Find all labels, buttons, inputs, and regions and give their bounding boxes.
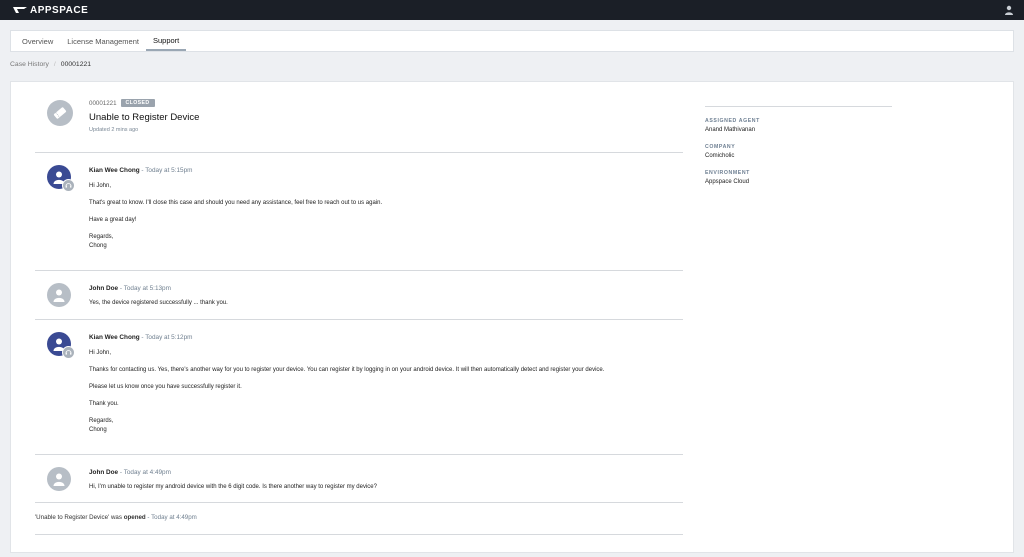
message-line: Regards, [89,234,114,240]
message-body: Yes, the device registered successfully … [89,299,683,308]
ticket-icon [47,100,73,126]
app-logo[interactable]: APPSPACE [13,5,88,16]
author-name: Kian Wee Chong [89,334,140,341]
message-item: Kian Wee Chong - Today at 5:15pm Hi John… [35,153,683,271]
case-header: 00001221 CLOSED Unable to Register Devic… [35,82,683,153]
message-time: - Today at 5:15pm [139,167,193,174]
case-details: ASSIGNED AGENT Anand Mathivanan COMPANY … [705,106,892,196]
message-item: John Doe - Today at 4:49pm Hi, I'm unabl… [35,455,683,503]
company-value: Comicholic [705,153,735,159]
status-badge: CLOSED [120,99,155,107]
message-line: Hi John, [89,350,112,356]
message-line: Hi John, [89,183,112,189]
appspace-logo-icon [13,7,27,13]
message-time: - Today at 4:49pm [118,469,171,476]
top-bar: APPSPACE [0,0,1024,20]
user-avatar [47,283,71,307]
assigned-agent-value: Anand Mathivanan [705,127,756,133]
message-time: - Today at 5:12pm [139,334,193,341]
nav-tabs: Overview License Management Support [10,30,1014,52]
message-time: - Today at 5:13pm [118,285,171,292]
message-header: John Doe - Today at 5:13pm [89,285,683,292]
breadcrumb-case-history[interactable]: Case History [10,61,49,68]
message-item: Kian Wee Chong - Today at 5:12pm Hi John… [35,320,683,455]
message-line: Have a great day! [89,217,137,223]
user-account-icon[interactable] [1004,5,1014,15]
message-line: Hi, I'm unable to register my android de… [89,484,377,490]
environment-label: ENVIRONMENT [705,170,750,176]
author-name: John Doe [89,285,119,292]
tab-license-management[interactable]: License Management [60,31,146,51]
logo-text: APPSPACE [30,4,89,16]
author-name: Kian Wee Chong [89,167,140,174]
tab-support[interactable]: Support [145,31,187,51]
message-header: Kian Wee Chong - Today at 5:15pm [89,167,683,174]
person-icon [53,289,65,302]
environment-value: Appspace Cloud [705,179,750,185]
case-id: 00001221 [89,99,117,107]
agent-avatar [47,165,75,192]
message-line: Thank you. [89,401,119,407]
message-header: John Doe - Today at 4:49pm [89,469,683,476]
headset-icon [62,346,75,359]
system-event: 'Unable to Register Device' was opened -… [35,503,683,535]
company-label: COMPANY [705,144,736,150]
event-action: opened [123,514,146,521]
person-icon [53,473,65,486]
message-body: Hi John, Thanks for contacting us. Yes, … [89,349,683,435]
agent-avatar [47,332,75,359]
message-line: Please let us know once you have success… [89,384,242,390]
tab-overview[interactable]: Overview [15,31,60,51]
headset-icon [62,179,75,192]
breadcrumb: Case History / 00001221 [10,61,91,68]
case-meta: 00001221 CLOSED Unable to Register Devic… [89,99,199,133]
event-time: - Today at 4:49pm [145,514,197,521]
message-line: Chong [89,427,107,433]
breadcrumb-separator: / [53,61,56,68]
message-line: Chong [89,243,107,249]
assigned-agent-label: ASSIGNED AGENT [705,118,760,124]
message-body: Hi, I'm unable to register my android de… [89,483,683,492]
event-text: 'Unable to Register Device' was [35,514,124,521]
author-name: John Doe [89,469,119,476]
case-main: 00001221 CLOSED Unable to Register Devic… [35,82,683,535]
case-title: Unable to Register Device [89,112,200,123]
user-avatar [47,467,71,491]
breadcrumb-current: 00001221 [60,61,92,68]
case-panel: 00001221 CLOSED Unable to Register Devic… [10,81,1014,553]
case-updated: Updated 2 mins ago [89,127,139,133]
message-header: Kian Wee Chong - Today at 5:12pm [89,334,683,341]
message-line: That's great to know. I'll close this ca… [89,200,383,206]
message-line: Yes, the device registered successfully … [89,300,228,306]
message-line: Thanks for contacting us. Yes, there's a… [89,367,605,373]
message-body: Hi John, That's great to know. I'll clos… [89,182,683,251]
message-line: Regards, [89,418,114,424]
message-item: John Doe - Today at 5:13pm Yes, the devi… [35,271,683,320]
